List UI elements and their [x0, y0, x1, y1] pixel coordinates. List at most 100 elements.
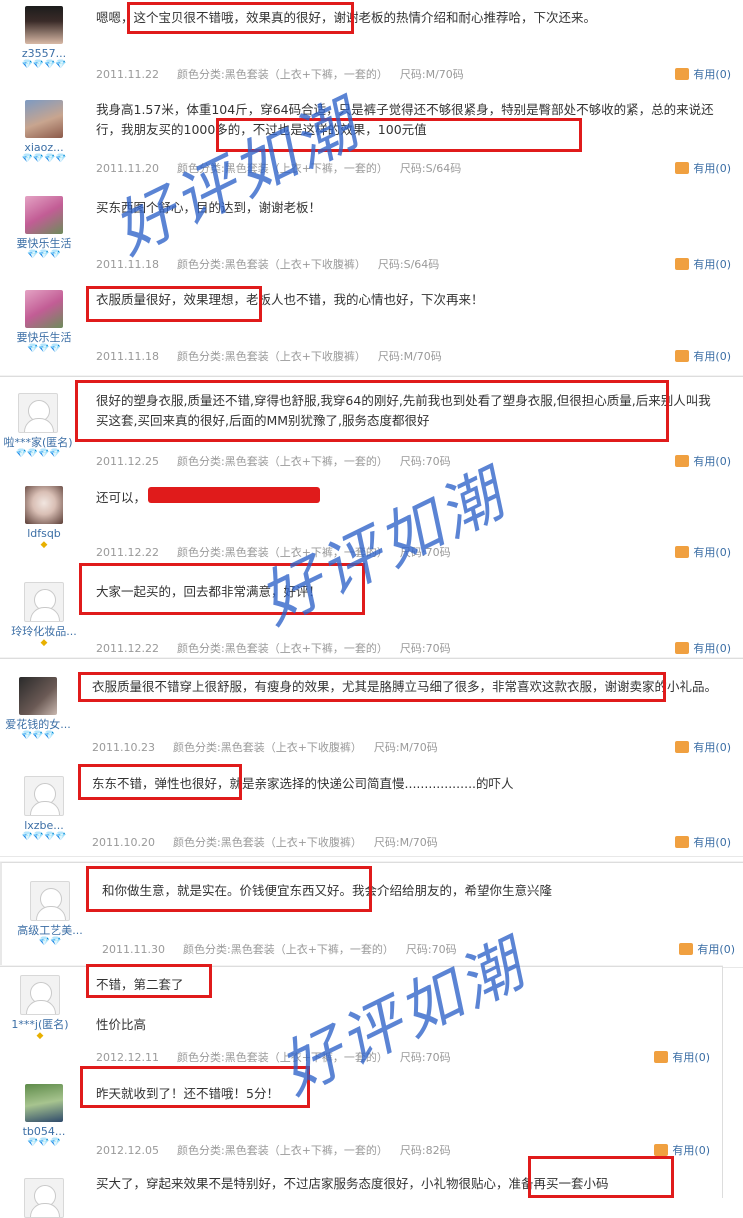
avatar[interactable] [25, 486, 63, 524]
review-item: 1***j(匿名) ◆ 不错，第二套了 性价比高 2012.12.11 颜色分类:… [0, 966, 723, 1072]
useful-button[interactable]: 有用(0) [654, 1049, 710, 1065]
useful-button[interactable]: 有用(0) [675, 739, 731, 755]
review-text: 东东不错，弹性也很好，就是亲家选择的快递公司简直慢...............… [92, 776, 514, 791]
avatar[interactable] [24, 1178, 64, 1218]
reviewer-name[interactable]: z3557... [0, 47, 88, 60]
review-meta: 2011.11.18 颜色分类:黑色套装（上衣+下收腹裤） 尺码:M/70码 [96, 348, 442, 364]
reviewer-name[interactable]: 高级工艺美... [6, 924, 94, 937]
reviewer: 1***j(匿名) ◆ [0, 975, 84, 1041]
useful-button[interactable]: 有用(0) [675, 348, 731, 364]
review-date: 2011.11.30 [102, 943, 165, 956]
avatar[interactable] [25, 100, 63, 138]
reviewer: 要快乐生活 💎💎💎 [0, 290, 88, 354]
reviewer: 玲玲化妆品... ◆ [0, 582, 88, 648]
avatar[interactable] [24, 776, 64, 816]
review-meta: 2011.12.22 颜色分类:黑色套装（上衣+下裤，一套的） 尺码:70码 [96, 544, 451, 560]
useful-label: 有用(0) [672, 1051, 710, 1064]
review-size: 尺码:70码 [399, 546, 451, 559]
reviewer-name[interactable]: lxzbe... [0, 819, 88, 832]
review-sku: 颜色分类:黑色套装（上衣+下收腹裤） [176, 350, 366, 363]
reviewer-name[interactable]: 1***j(匿名) [0, 1018, 84, 1031]
useful-icon [675, 258, 690, 270]
reviewer: 高级工艺美... 💎💎 [6, 881, 94, 947]
reviewer: z3557... 💎💎💎💎 [0, 6, 88, 70]
useful-button[interactable]: 有用(0) [675, 453, 731, 469]
reviewer-name[interactable]: 玲玲化妆品... [0, 625, 88, 638]
reviewer-name[interactable]: xiaoz... [0, 141, 88, 154]
review-sku: 颜色分类:黑色套装（上衣+下裤，一套的） [182, 943, 394, 956]
review-date: 2011.11.20 [96, 162, 159, 175]
useful-label: 有用(0) [693, 642, 731, 655]
avatar[interactable] [25, 290, 63, 328]
useful-label: 有用(0) [672, 1144, 710, 1157]
reviewer-name[interactable]: 爱花钱的女... [0, 718, 82, 731]
useful-button[interactable]: 有用(0) [675, 160, 731, 176]
review-text: 衣服质量很好，效果理想，老板人也不错，我的心情也好，下次再来！ [96, 292, 484, 307]
review-item: ldfsqb ◆ 还可以， 2011.12.22 颜色分类:黑色套装（上衣+下裤，… [0, 474, 743, 569]
reviewer-name[interactable]: 要快乐生活 [0, 331, 88, 344]
useful-label: 有用(0) [693, 258, 731, 271]
review-sku: 颜色分类:黑色套装（上衣+下裤，一套的） [176, 1144, 388, 1157]
review-meta: 2011.12.22 颜色分类:黑色套装（上衣+下裤，一套的） 尺码:70码 [96, 640, 451, 656]
useful-label: 有用(0) [693, 546, 731, 559]
useful-button[interactable]: 有用(0) [675, 544, 731, 560]
avatar[interactable] [18, 393, 58, 433]
useful-label: 有用(0) [693, 350, 731, 363]
reviewer-name[interactable]: 要快乐生活 [0, 237, 88, 250]
useful-button[interactable]: 有用(0) [679, 941, 735, 957]
avatar[interactable] [19, 677, 57, 715]
review-meta: 2011.10.23 颜色分类:黑色套装（上衣+下收腹裤） 尺码:M/70码 [92, 739, 438, 755]
reviewer [0, 1178, 88, 1218]
rank-icon: ◆ [40, 540, 48, 550]
review-item: 高级工艺美... 💎💎 和你做生意，就是实在。价钱便宜东西又好。我会介绍给朋友的… [0, 862, 743, 968]
reviewer: 啦***家(匿名) 💎💎💎💎 [0, 393, 82, 459]
reviewer-name[interactable]: ldfsqb [0, 527, 88, 540]
useful-button[interactable]: 有用(0) [654, 1142, 710, 1158]
review-meta: 2011.10.20 颜色分类:黑色套装（上衣+下收腹裤） 尺码:M/70码 [92, 834, 438, 850]
useful-button[interactable]: 有用(0) [675, 640, 731, 656]
review-sku: 颜色分类:黑色套装（上衣+下收腹裤） [172, 741, 362, 754]
useful-icon [675, 350, 690, 362]
useful-icon [654, 1051, 669, 1063]
rank-icon: 💎💎 [38, 937, 62, 947]
review-meta: 2012.12.05 颜色分类:黑色套装（上衣+下裤，一套的） 尺码:82码 [96, 1142, 451, 1158]
review-sku: 颜色分类:黑色套装（上衣+下收腹裤） [176, 258, 366, 271]
review-text: 我身高1.57米，体重104斤，穿64码合适，只是裤子觉得还不够很紧身，特别是臀… [96, 102, 714, 137]
review-sku: 颜色分类:黑色套装（上衣+下收腹裤） [172, 836, 362, 849]
review-sku: 颜色分类:黑色套装（上衣+下裤，一套的） [176, 642, 388, 655]
avatar[interactable] [24, 582, 64, 622]
useful-label: 有用(0) [693, 836, 731, 849]
review-text-addendum: 性价比高 [96, 1017, 147, 1032]
rank-icon: 💎💎💎 [21, 731, 55, 741]
avatar[interactable] [25, 196, 63, 234]
review-size: 尺码:70码 [399, 1051, 451, 1064]
review-size: 尺码:M/70码 [377, 350, 442, 363]
useful-button[interactable]: 有用(0) [675, 66, 731, 82]
review-date: 2012.12.11 [96, 1051, 159, 1064]
review-sku: 颜色分类:黑色套装（上衣+下裤，一套的） [176, 162, 388, 175]
reviewer: 要快乐生活 💎💎💎 [0, 196, 88, 260]
avatar[interactable] [25, 6, 63, 44]
review-size: 尺码:M/70码 [373, 741, 438, 754]
useful-button[interactable]: 有用(0) [675, 834, 731, 850]
review-date: 2011.12.22 [96, 546, 159, 559]
reviewer-name[interactable]: 啦***家(匿名) [0, 436, 82, 449]
review-item: 爱花钱的女... 💎💎💎 衣服质量很不错穿上很舒服，有瘦身的效果，尤其是胳膊立马… [0, 658, 743, 760]
review-date: 2012.12.05 [96, 1144, 159, 1157]
avatar[interactable] [30, 881, 70, 921]
useful-label: 有用(0) [693, 741, 731, 754]
reviewer-name[interactable]: tb054... [0, 1125, 88, 1138]
rank-icon: 💎💎💎💎 [15, 449, 61, 459]
useful-icon [679, 943, 694, 955]
rank-icon: 💎💎💎💎 [21, 154, 67, 164]
avatar[interactable] [20, 975, 60, 1015]
review-text: 很好的塑身衣服,质量还不错,穿得也舒服,我穿64的刚好,先前我也到处看了塑身衣服… [96, 393, 711, 428]
avatar[interactable] [25, 1084, 63, 1122]
rank-icon: 💎💎💎 [27, 250, 61, 260]
reviewer: lxzbe... 💎💎💎💎 [0, 776, 88, 842]
useful-button[interactable]: 有用(0) [675, 256, 731, 272]
review-date: 2011.11.18 [96, 258, 159, 271]
review-item: 要快乐生活 💎💎💎 买东西图个舒心，目的达到，谢谢老板！ 2011.11.18 颜… [0, 186, 743, 281]
review-text: 昨天就收到了！还不错哦！5分！ [96, 1086, 279, 1101]
review-date: 2011.11.22 [96, 68, 159, 81]
